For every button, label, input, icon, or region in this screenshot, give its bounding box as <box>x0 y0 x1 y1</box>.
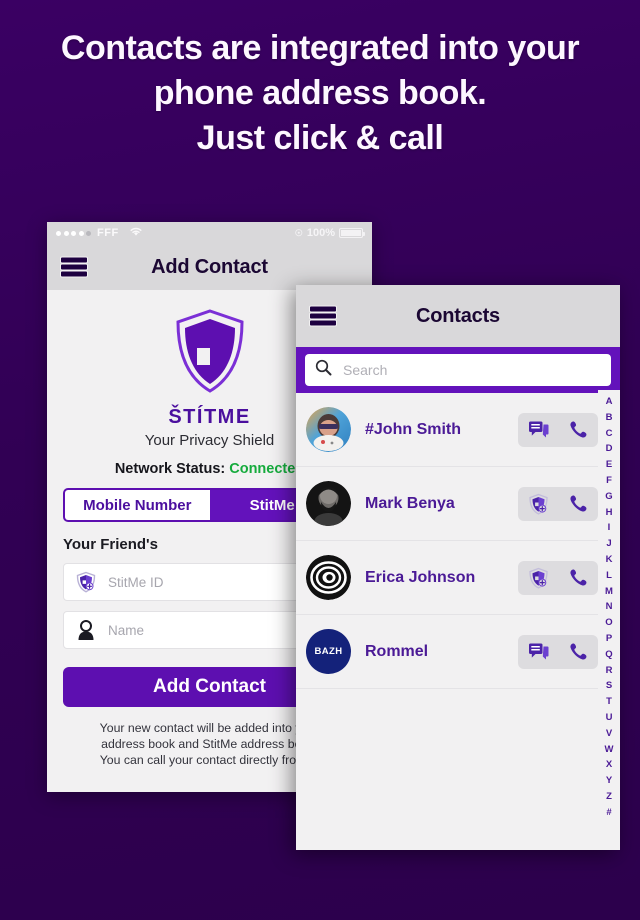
tab-mobile-number[interactable]: Mobile Number <box>65 490 210 520</box>
alpha-index-letter[interactable]: J <box>606 536 611 552</box>
alpha-index-letter[interactable]: V <box>606 726 612 742</box>
phone-icon[interactable] <box>569 568 588 587</box>
signal-strength-icon <box>56 230 91 236</box>
list-item[interactable]: BAZH Rommel <box>296 615 620 689</box>
headline-line-1: Contacts are integrated into your <box>60 29 580 67</box>
navigation-bar: Add Contact <box>47 244 372 290</box>
search-placeholder: Search <box>343 362 388 378</box>
network-status-label: Network Status: <box>114 461 226 477</box>
alpha-index-letter[interactable]: Z <box>606 789 612 805</box>
alpha-index-letter[interactable]: F <box>606 473 612 489</box>
person-icon <box>74 619 98 641</box>
search-input[interactable]: Search <box>305 354 611 386</box>
alpha-index-letter[interactable]: T <box>606 694 612 710</box>
alpha-index-letter[interactable]: # <box>606 805 611 821</box>
alpha-index-letter[interactable]: L <box>606 568 612 584</box>
navigation-bar-contacts: Contacts <box>296 285 620 347</box>
alpha-index-letter[interactable]: M <box>605 584 613 600</box>
page-title: Add Contact <box>151 255 268 278</box>
chat-icon[interactable] <box>528 420 549 440</box>
phone-icon[interactable] <box>569 642 588 661</box>
shield-plus-icon <box>74 571 98 593</box>
headline-line-2: phone address book. <box>153 74 487 112</box>
contact-actions <box>518 560 598 595</box>
list-item[interactable]: Erica Johnson <box>296 541 620 615</box>
network-status-value: Connected <box>229 461 305 477</box>
search-icon <box>315 359 332 381</box>
battery-percent-label: 100% <box>306 227 335 239</box>
alpha-index-letter[interactable]: B <box>606 410 613 426</box>
phone-icon[interactable] <box>569 420 588 439</box>
avatar <box>306 481 351 526</box>
name-placeholder: Name <box>108 622 145 638</box>
phone-icon[interactable] <box>569 494 588 513</box>
chat-icon[interactable] <box>528 642 549 662</box>
status-bar: FFF ☉ 100% <box>47 222 372 244</box>
avatar <box>306 555 351 600</box>
alpha-index-letter[interactable]: K <box>606 552 613 568</box>
alpha-index-letter[interactable]: S <box>606 678 612 694</box>
headline-line-3: Just click & call <box>196 119 444 157</box>
hamburger-menu-icon[interactable] <box>310 306 336 326</box>
carrier-label: FFF <box>97 227 119 239</box>
headline: Contacts are integrated into your phone … <box>0 26 640 161</box>
alpha-index-letter[interactable]: C <box>606 426 613 442</box>
phone-contacts-screen: Contacts Search #John Smith Mark Benya E… <box>296 285 620 850</box>
promo-screenshot: Contacts are integrated into your phone … <box>0 0 640 920</box>
alpha-index-letter[interactable]: O <box>605 615 612 631</box>
search-bar-container: Search <box>296 347 620 393</box>
alpha-index-letter[interactable]: I <box>608 520 611 536</box>
alpha-index-letter[interactable]: D <box>606 441 613 457</box>
alpha-index-letter[interactable]: Y <box>606 773 612 789</box>
alpha-index-letter[interactable]: E <box>606 457 612 473</box>
alpha-index-letter[interactable]: W <box>605 742 614 758</box>
shield-plus-icon[interactable] <box>528 567 549 589</box>
contact-name: Rommel <box>365 642 429 660</box>
contacts-list: #John Smith Mark Benya Erica Johnson BAZ… <box>296 393 620 833</box>
alpha-index-letter[interactable]: R <box>606 663 613 679</box>
avatar <box>306 407 351 452</box>
contact-actions <box>518 412 598 447</box>
page-title: Contacts <box>416 304 500 327</box>
shield-plus-icon[interactable] <box>528 493 549 515</box>
alphabet-index[interactable]: A B C D E F G H I J K L M N O P Q R S T U V W X Y Z # <box>598 390 620 850</box>
rotation-lock-icon: ☉ <box>294 227 303 238</box>
alpha-index-letter[interactable]: A <box>606 394 613 410</box>
list-item[interactable]: #John Smith <box>296 393 620 467</box>
contact-name: #John Smith <box>365 420 462 438</box>
alpha-index-letter[interactable]: P <box>606 631 612 647</box>
stitme-id-placeholder: StitMe ID <box>108 574 164 590</box>
contact-actions <box>518 634 598 669</box>
alpha-index-letter[interactable]: G <box>605 489 612 505</box>
battery-icon <box>339 228 365 238</box>
contact-actions <box>518 486 598 521</box>
wifi-icon <box>129 226 143 240</box>
hamburger-menu-icon[interactable] <box>61 257 87 277</box>
alpha-index-letter[interactable]: U <box>606 710 613 726</box>
avatar: BAZH <box>306 629 351 674</box>
list-item[interactable]: Mark Benya <box>296 467 620 541</box>
alpha-index-letter[interactable]: Q <box>605 647 612 663</box>
avatar-initials: BAZH <box>314 646 343 657</box>
contact-name: Mark Benya <box>365 494 455 512</box>
contact-name: Erica Johnson <box>365 568 476 586</box>
alpha-index-letter[interactable]: X <box>606 757 612 773</box>
alpha-index-letter[interactable]: N <box>606 599 613 615</box>
alpha-index-letter[interactable]: H <box>606 505 613 521</box>
